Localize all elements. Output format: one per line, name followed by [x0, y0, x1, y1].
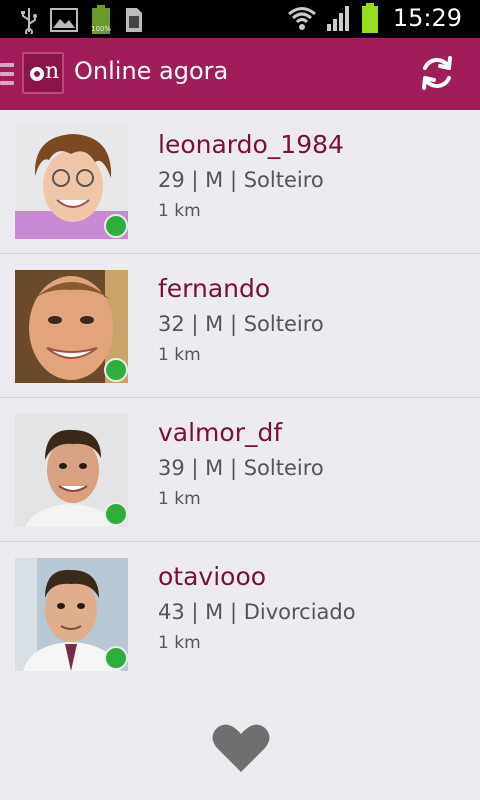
user-list-item[interactable]: valmor_df 39 | M | Solteiro 1 km	[0, 398, 480, 542]
user-list-item[interactable]: leonardo_1984 29 | M | Solteiro 1 km	[0, 110, 480, 254]
image-icon	[50, 8, 78, 32]
refresh-icon[interactable]	[418, 54, 456, 92]
online-users-list: leonardo_1984 29 | M | Solteiro 1 km fer…	[0, 110, 480, 686]
battery-icon	[361, 3, 378, 33]
online-status-dot	[104, 214, 128, 238]
username: otaviooo	[158, 562, 267, 591]
logo-letter: n	[45, 59, 60, 84]
app-logo[interactable]: n	[22, 52, 64, 94]
online-status-dot	[104, 502, 128, 526]
user-distance: 1 km	[158, 489, 201, 509]
menu-icon[interactable]	[0, 63, 14, 85]
user-details: 39 | M | Solteiro	[158, 456, 324, 480]
battery-percent: 100%	[91, 25, 111, 33]
wifi-icon	[287, 7, 316, 30]
online-status-dot	[104, 646, 128, 670]
sim-icon	[126, 8, 142, 32]
user-list-item[interactable]: otaviooo 43 | M | Divorciado 1 km	[0, 542, 480, 686]
heart-icon[interactable]	[212, 722, 270, 774]
status-bar: 100% 15:29	[0, 0, 480, 38]
signal-icon	[326, 6, 349, 31]
user-list-item[interactable]: fernando 32 | M | Solteiro 1 km	[0, 254, 480, 398]
clock: 15:29	[392, 4, 462, 32]
battery-small-icon: 100%	[91, 5, 111, 34]
username: valmor_df	[158, 418, 283, 447]
user-distance: 1 km	[158, 201, 201, 221]
user-details: 43 | M | Divorciado	[158, 600, 356, 624]
user-details: 29 | M | Solteiro	[158, 168, 324, 192]
usb-icon	[21, 8, 37, 34]
user-distance: 1 km	[158, 633, 201, 653]
username: fernando	[158, 274, 271, 303]
user-details: 32 | M | Solteiro	[158, 312, 324, 336]
page-title: Online agora	[74, 57, 229, 85]
app-bar: n Online agora	[0, 38, 480, 110]
username: leonardo_1984	[158, 130, 344, 159]
online-status-dot	[104, 358, 128, 382]
user-distance: 1 km	[158, 345, 201, 365]
